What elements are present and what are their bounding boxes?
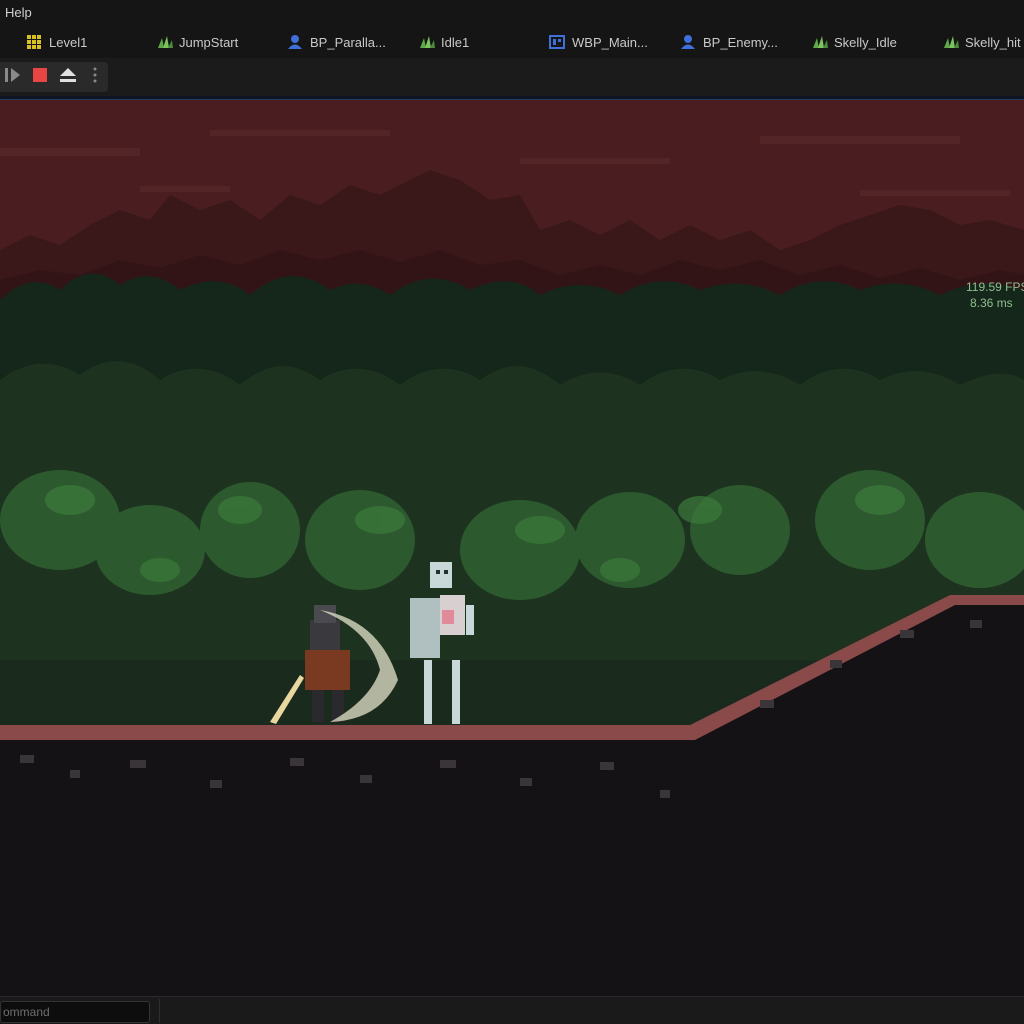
play-controls [0,62,108,92]
game-scene [0,100,1024,996]
tab-label: Idle1 [441,34,470,50]
game-viewport[interactable]: 119.59 FPS 8.36 ms [0,100,1024,996]
console-command-input[interactable] [0,1001,150,1023]
status-divider [159,999,160,1023]
tab-level1[interactable]: Level1 [26,26,87,58]
animation-icon [156,34,173,50]
fps-stats: 119.59 FPS 8.36 ms [966,279,1024,311]
menu-bar: Help [0,0,1024,26]
animation-icon [811,34,828,50]
blueprint-icon [680,34,696,50]
tab-jumpstart[interactable]: JumpStart [156,26,238,58]
tab-wbp-main[interactable]: WBP_Main... [549,26,648,58]
stop-icon [32,67,48,88]
tab-label: Level1 [49,34,88,50]
more-options-button[interactable] [84,62,106,92]
level-grid-icon [26,34,42,50]
tab-skelly-hit[interactable]: Skelly_hit [942,26,1021,58]
play-toolbar [0,58,1024,96]
fps-readout: 119.59 FPS [966,280,1024,294]
widget-blueprint-icon [549,34,565,50]
step-frame-icon [3,66,21,89]
more-options-icon [92,66,98,89]
tab-label: JumpStart [179,34,239,50]
blueprint-icon [287,34,303,50]
menu-help[interactable]: Help [5,5,32,20]
tab-idle1[interactable]: Idle1 [418,26,469,58]
tab-label: BP_Paralla... [310,34,386,50]
eject-button[interactable] [56,62,80,92]
step-frame-button[interactable] [0,62,24,92]
eject-icon [58,66,78,89]
status-bar [0,996,1024,1024]
animation-icon [942,34,959,50]
tab-label: Skelly_Idle [834,34,897,50]
stop-button[interactable] [28,62,52,92]
editor-tab-bar: Level1 JumpStart BP_Paralla... Idle1 WBP… [0,26,1024,58]
tab-bp-enemy[interactable]: BP_Enemy... [680,26,778,58]
frame-time-readout: 8.36 ms [970,296,1013,310]
tab-skelly-idle[interactable]: Skelly_Idle [811,26,897,58]
tab-label: WBP_Main... [572,34,648,50]
tab-label: Skelly_hit [965,34,1021,50]
tab-label: BP_Enemy... [703,34,778,50]
animation-icon [418,34,435,50]
tab-bp-parallax[interactable]: BP_Paralla... [287,26,386,58]
